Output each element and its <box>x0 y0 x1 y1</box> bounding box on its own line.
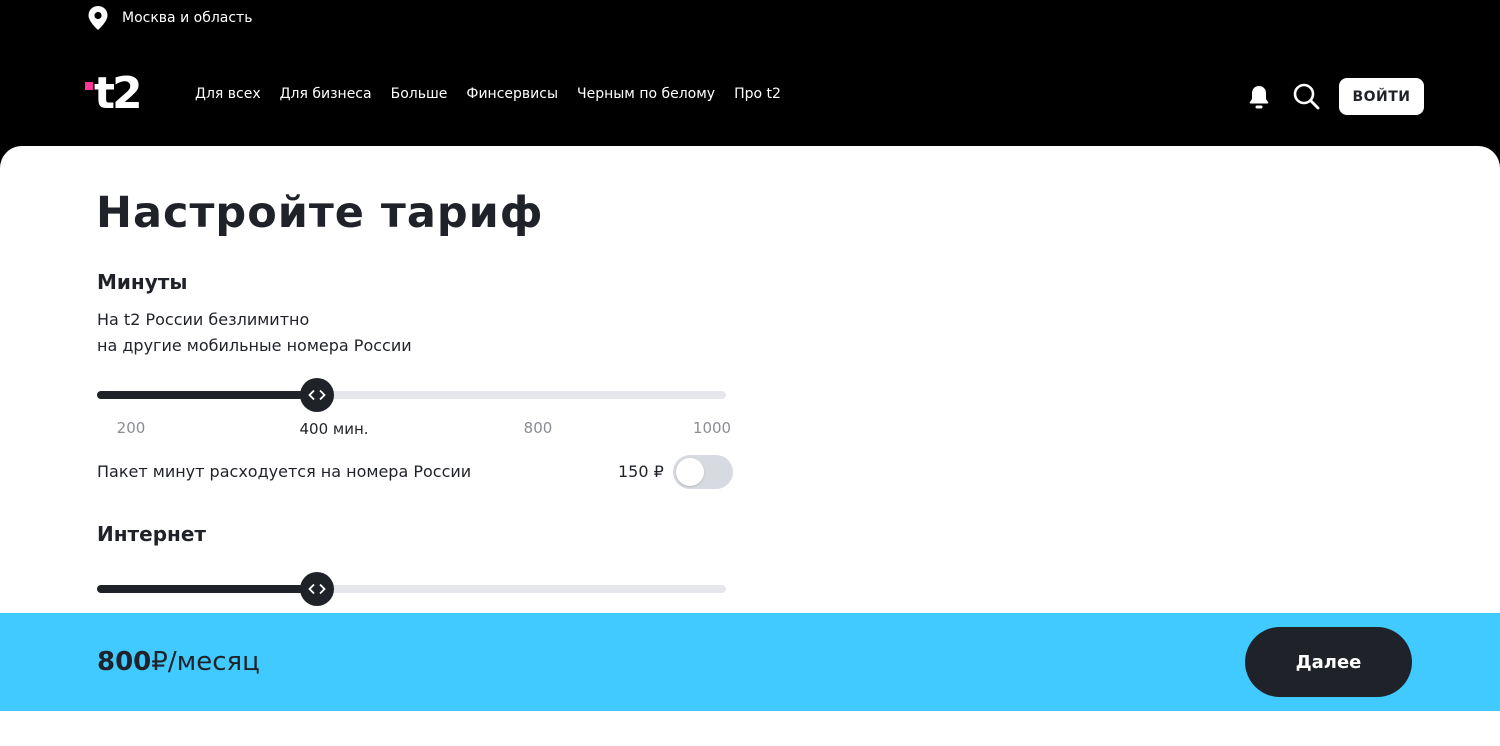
internet-slider-handle[interactable] <box>300 572 335 606</box>
minutes-slider-fill <box>97 391 318 399</box>
minutes-package-label: Пакет минут расходуется на номера России <box>97 462 472 481</box>
logo[interactable]: t2 <box>84 68 154 120</box>
menu-item-more[interactable]: Больше <box>391 86 448 102</box>
price-unit: ₽/месяц <box>151 647 260 677</box>
minutes-package-toggle[interactable] <box>673 455 733 489</box>
search-icon[interactable] <box>1292 82 1320 110</box>
page-title: Настройте тариф <box>96 188 544 238</box>
region-label: Москва и область <box>122 10 253 26</box>
main-menu: Для всех Для бизнеса Больше Финсервисы Ч… <box>195 86 781 102</box>
internet-slider[interactable] <box>97 585 726 593</box>
region-selector[interactable]: Москва и область <box>88 6 252 30</box>
location-pin-icon <box>88 6 108 30</box>
minutes-package-price: 150 ₽ <box>618 462 664 481</box>
next-button[interactable]: Далее <box>1245 627 1412 697</box>
arrows-left-right-icon <box>308 389 326 401</box>
price-value: 800 <box>97 647 152 677</box>
minutes-tick-400-selected[interactable]: 400 мин. <box>299 420 368 438</box>
minutes-description-line1: На t2 России безлимитно <box>97 310 310 329</box>
menu-item-about-t2[interactable]: Про t2 <box>734 86 781 102</box>
minutes-tick-200[interactable]: 200 <box>117 419 146 437</box>
internet-title: Интернет <box>97 522 207 546</box>
logo-text: t2 <box>94 68 143 119</box>
monthly-price: 800₽/месяц <box>97 647 260 677</box>
menu-item-for-all[interactable]: Для всех <box>195 86 261 102</box>
minutes-title: Минуты <box>97 270 188 294</box>
arrows-left-right-icon <box>308 583 326 595</box>
minutes-slider[interactable] <box>97 391 726 399</box>
minutes-description-line2: на другие мобильные номера России <box>97 336 412 355</box>
price-footer: 800₽/месяц Далее <box>0 613 1500 711</box>
menu-item-for-business[interactable]: Для бизнеса <box>280 86 372 102</box>
bell-icon[interactable] <box>1247 84 1271 110</box>
internet-slider-fill <box>97 585 318 593</box>
minutes-tick-1000[interactable]: 1000 <box>693 419 731 437</box>
login-button[interactable]: ВОЙТИ <box>1339 78 1424 115</box>
minutes-tick-800[interactable]: 800 <box>524 419 553 437</box>
logo-accent-dot <box>85 82 93 90</box>
toggle-knob <box>676 458 704 486</box>
minutes-slider-handle[interactable] <box>300 378 335 412</box>
menu-item-black-on-white[interactable]: Черным по белому <box>577 86 715 102</box>
header-nav: t2 Для всех Для бизнеса Больше Финсервис… <box>0 60 1500 134</box>
menu-item-finservices[interactable]: Финсервисы <box>466 86 558 102</box>
